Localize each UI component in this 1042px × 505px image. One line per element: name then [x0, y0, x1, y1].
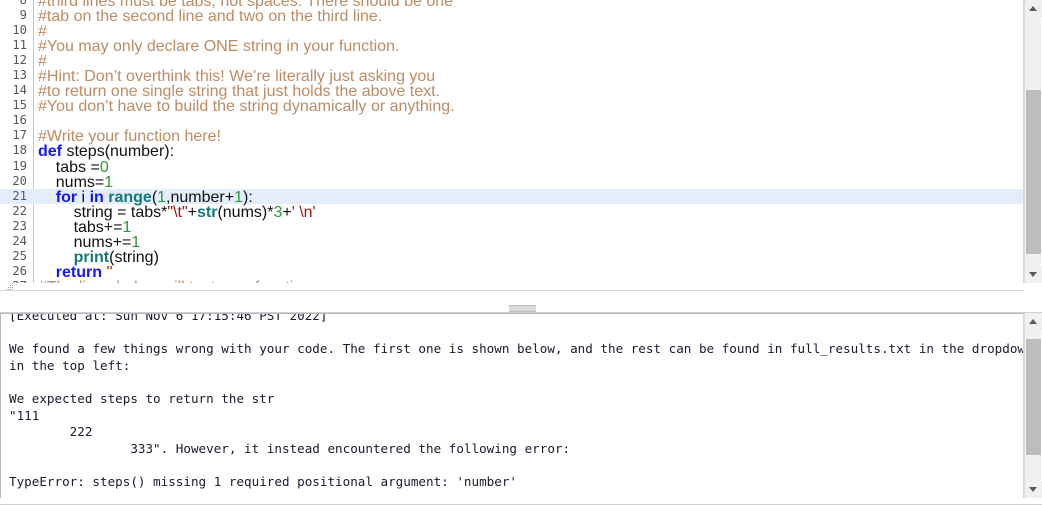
triangle-up-icon — [1029, 319, 1037, 324]
line-number: 25 — [12, 248, 27, 263]
line-number: 21 — [12, 188, 27, 203]
scroll-up-button[interactable] — [1025, 313, 1042, 330]
output-vertical-scrollbar[interactable] — [1024, 313, 1042, 498]
code-line[interactable]: 12 # — [0, 53, 1023, 70]
line-number: 13 — [12, 68, 27, 83]
code-line[interactable]: 13 #Hint: Don’t overthink this! We’re lit… — [0, 68, 1023, 85]
triangle-down-icon — [1029, 272, 1037, 277]
output-line: 333". However, it instead encountered th… — [9, 440, 571, 456]
triangle-up-icon — [1029, 6, 1037, 11]
splitter-top-rule — [0, 290, 1024, 291]
editor-viewport[interactable]: 8 #third lines must be tabs, not spaces. … — [0, 0, 1024, 283]
output-line: [Executed at: Sun Nov 6 17:15:46 PST 202… — [9, 313, 328, 323]
code-line[interactable]: 24 nums+=1 — [0, 233, 1023, 251]
line-number: 26 — [12, 263, 27, 278]
line-number: 9 — [19, 8, 27, 23]
code-line[interactable]: 16 — [0, 113, 1023, 128]
output-line: TypeError: steps() missing 1 required po… — [9, 473, 517, 489]
line-number: 17 — [12, 128, 27, 143]
line-number: 10 — [12, 23, 27, 38]
line-number: 15 — [12, 98, 27, 113]
editor-resize-grip[interactable] — [4, 283, 14, 292]
code-line[interactable]: 11 #You may only declare ONE string in yo… — [0, 38, 1023, 55]
pane-splitter[interactable] — [0, 290, 1042, 313]
line-number: 19 — [12, 158, 27, 173]
scroll-down-button[interactable] — [1025, 481, 1042, 498]
output-line: 222 — [9, 424, 93, 440]
code-line[interactable]: 19 tabs =0 — [0, 158, 1023, 176]
output-pane: [Executed at: Sun Nov 6 17:15:46 PST 202… — [0, 313, 1042, 505]
scrollbar-thumb[interactable] — [1026, 339, 1041, 455]
scroll-down-button[interactable] — [1025, 266, 1042, 283]
code-line[interactable]: 25 print(string) — [0, 248, 1023, 266]
code-line[interactable]: 26 return '' — [0, 263, 1023, 281]
output-viewport[interactable]: [Executed at: Sun Nov 6 17:15:46 PST 202… — [0, 313, 1024, 498]
code-line[interactable]: 23 tabs+=1 — [0, 218, 1023, 236]
line-number: 11 — [12, 38, 27, 53]
line-number: 22 — [12, 203, 27, 218]
code-line[interactable]: 21 for i in range(1,number+1): — [0, 188, 1023, 206]
code-lines-container[interactable]: 8 #third lines must be tabs, not spaces. … — [0, 0, 1023, 283]
line-number: 24 — [12, 233, 27, 248]
line-number: 12 — [12, 53, 27, 68]
code-line[interactable]: 15 #You don’t have to build the string dy… — [0, 98, 1023, 115]
code-line[interactable]: 27#The lines below will test your functi… — [0, 279, 1023, 283]
line-number: 18 — [12, 143, 27, 158]
output-line: in the top left: — [9, 357, 131, 373]
code-line[interactable]: 20 nums=1 — [0, 173, 1023, 191]
code-line[interactable]: 9 #tab on the second line and two on the … — [0, 8, 1023, 25]
scrollbar-thumb[interactable] — [1026, 90, 1041, 254]
code-line-text: #The lines below will test your function… — [38, 279, 315, 283]
line-number: 20 — [12, 173, 27, 188]
output-line: We found a few things wrong with your co… — [9, 341, 1024, 357]
code-runner-window: 8 #third lines must be tabs, not spaces. … — [0, 0, 1042, 505]
line-number: 16 — [12, 113, 27, 128]
output-line: We expected steps to return the str — [9, 390, 275, 406]
drag-handle-grip[interactable] — [509, 305, 536, 312]
code-line[interactable]: 8 #third lines must be tabs, not spaces. … — [0, 0, 1023, 10]
code-line[interactable]: 10 # — [0, 23, 1023, 40]
scroll-up-button[interactable] — [1025, 0, 1042, 17]
code-line[interactable]: 14 #to return one single string that just… — [0, 83, 1023, 100]
code-line[interactable]: 18 def steps(number): — [0, 143, 1023, 160]
output-line: "111 — [9, 407, 40, 423]
code-line[interactable]: 22 string = tabs*"\t"+str(nums)*3+' \n' — [0, 203, 1023, 221]
line-number: 14 — [12, 83, 27, 98]
editor-pane: 8 #third lines must be tabs, not spaces. … — [0, 0, 1042, 290]
line-number: 8 — [19, 0, 27, 7]
line-number: 23 — [12, 218, 27, 233]
code-token: #The lines below will test your function… — [38, 279, 315, 283]
code-line[interactable]: 17 #Write your function here! — [0, 128, 1023, 145]
editor-vertical-scrollbar[interactable] — [1024, 0, 1042, 283]
triangle-down-icon — [1029, 487, 1037, 492]
output-lines-container: [Executed at: Sun Nov 6 17:15:46 PST 202… — [1, 313, 1024, 491]
